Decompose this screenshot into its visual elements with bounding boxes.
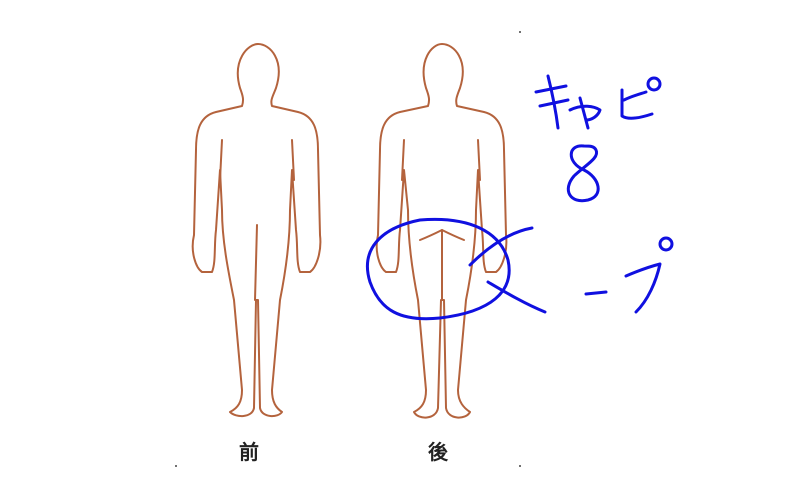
stray-dot <box>519 31 521 33</box>
back-label: 後 <box>428 440 448 464</box>
stray-dot <box>175 465 177 467</box>
front-label: 前 <box>239 440 259 464</box>
body-diagram <box>175 31 674 467</box>
handwritten-digit-8 <box>566 144 600 203</box>
handwritten-text-kyapi <box>534 74 662 130</box>
handwritten-circle <box>365 217 547 321</box>
handwritten-text-pu <box>584 236 674 314</box>
stray-dot <box>519 465 521 467</box>
front-body-figure <box>191 43 322 418</box>
